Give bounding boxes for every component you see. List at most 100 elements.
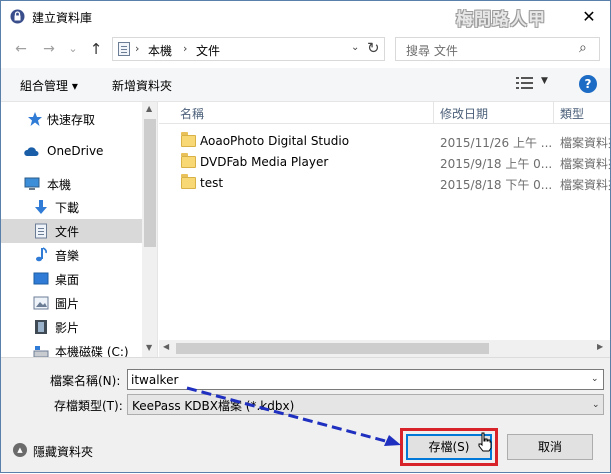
file-type: 檔案資料夾 [560,178,610,192]
sidebar-item-label: 本機磁碟 (C:) [55,345,129,357]
scrollbar-thumb[interactable] [176,343,489,354]
sidebar-item-pictures[interactable]: 圖片 [1,291,142,315]
table-row[interactable]: test 2015/8/18 下午 0... 檔案資料夾 [159,173,610,194]
computer-icon [24,177,40,190]
file-date: 2015/8/18 下午 0... [440,178,552,192]
chevron-right-icon: › [183,42,188,55]
filename-label: 檔案名稱(N): [50,374,121,388]
window-title: 建立資料庫 [32,11,93,25]
file-name: DVDFab Media Player [200,155,329,169]
scrollbar-thumb[interactable] [144,119,156,247]
up-arrow-icon[interactable]: ↑ [88,41,104,57]
sidebar-item-quick-access[interactable]: 快速存取 [1,107,142,131]
scroll-down-icon[interactable]: ▼ [146,343,152,352]
search-box[interactable]: 搜尋 文件 ⌕ [395,37,600,61]
chevron-down-icon[interactable]: ⌄ [591,374,599,384]
drive-icon [33,346,49,357]
organize-menu-button[interactable]: 組合管理 ▾ [20,77,78,94]
download-icon [35,200,47,214]
file-type: 檔案資料夾 [560,157,610,171]
forward-arrow-icon[interactable]: → [41,41,57,57]
view-options-icon[interactable] [516,76,533,90]
horizontal-scrollbar[interactable]: ◀ ▶ [159,340,610,357]
title-bar: 建立資料庫 梅問路人甲 ✕ [1,1,610,32]
navigation-bar: ← → ⌄ ↑ › 本機 › 文件 ⌄ ↻ 搜尋 文件 ⌕ [1,32,610,68]
sidebar-item-local-disk[interactable]: 本機磁碟 (C:) [1,339,142,357]
folder-icon [181,132,196,147]
sidebar-scrollbar[interactable]: ▲ ▼ [142,102,157,357]
command-toolbar: 組合管理 ▾ 新增資料夾 ▼ ? [1,68,610,102]
file-name: test [200,176,224,190]
filetype-value: KeePass KDBX檔案 (*.kdbx) [132,399,295,413]
sidebar-item-videos[interactable]: 影片 [1,315,142,339]
chevron-right-icon: › [135,42,140,55]
address-bar[interactable]: › 本機 › 文件 ⌄ ↻ [112,37,385,61]
new-folder-button[interactable]: 新增資料夾 [112,77,172,94]
refresh-icon[interactable]: ↻ [367,39,380,57]
search-placeholder: 搜尋 文件 [406,44,458,58]
column-header-row: ^ 名稱 修改日期 類型 [159,102,610,124]
sidebar-item-this-pc[interactable]: 本機 [1,172,142,196]
chevron-down-icon[interactable]: ⌄ [351,42,359,53]
sort-ascending-icon: ^ [300,102,308,107]
file-date: 2015/11/26 上午 ... [440,136,552,150]
sidebar-item-documents[interactable]: 文件 [1,219,142,243]
watermark-text: 梅問路人甲 [456,10,546,30]
breadcrumb-this-pc[interactable]: 本機 [148,42,172,59]
search-icon[interactable]: ⌕ [579,40,587,56]
scroll-left-icon[interactable]: ◀ [163,342,169,351]
sidebar-item-label: 影片 [55,321,80,335]
sidebar-item-onedrive[interactable]: OneDrive [1,140,142,164]
folder-icon [181,174,196,189]
keepass-lock-icon [10,9,25,24]
sidebar-item-label: 文件 [55,225,80,239]
pictures-icon [33,296,49,310]
help-icon[interactable]: ? [579,75,597,93]
desktop-icon [33,272,49,285]
collapse-up-icon: ▲ [13,443,27,457]
filetype-label: 存檔類型(T): [54,399,123,413]
column-header-name[interactable]: 名稱 [180,105,204,122]
close-button[interactable]: ✕ [578,7,600,27]
table-row[interactable]: DVDFab Media Player 2015/9/18 上午 0... 檔案… [159,152,610,173]
table-row[interactable]: AoaoPhoto Digital Studio 2015/11/26 上午 .… [159,131,610,152]
sidebar-item-label: 圖片 [55,297,80,311]
file-name: AoaoPhoto Digital Studio [200,134,350,148]
save-form: 檔案名稱(N): ⌄ 存檔類型(T): KeePass KDBX檔案 (*.kd… [1,357,610,472]
sidebar-item-label: OneDrive [47,144,104,158]
scroll-up-icon[interactable]: ▲ [146,104,152,113]
sidebar-item-label: 音樂 [55,249,80,263]
column-header-date[interactable]: 修改日期 [440,105,488,122]
sidebar-item-desktop[interactable]: 桌面 [1,267,142,291]
filetype-select[interactable]: KeePass KDBX檔案 (*.kdbx) ⌄ [127,394,604,415]
file-list: ^ 名稱 修改日期 類型 AoaoPhoto Digital Studio 20… [159,102,610,357]
cloud-icon [24,147,39,156]
documents-location-icon [118,42,130,56]
sidebar-item-downloads[interactable]: 下載 [1,195,142,219]
column-header-type[interactable]: 類型 [560,105,584,122]
file-date: 2015/9/18 上午 0... [440,157,552,171]
sidebar-item-label: 快速存取 [47,113,96,127]
file-type: 檔案資料夾 [560,136,610,150]
hand-cursor-icon [478,432,492,452]
column-divider[interactable] [433,102,434,124]
back-arrow-icon[interactable]: ← [13,41,29,57]
chevron-down-icon[interactable]: ⌄ [592,400,600,410]
recent-locations-icon[interactable]: ⌄ [65,41,81,57]
breadcrumb-documents[interactable]: 文件 [196,42,220,59]
save-dialog-window: 建立資料庫 梅問路人甲 ✕ ← → ⌄ ↑ › 本機 › 文件 ⌄ ↻ 搜尋 文… [0,0,611,473]
sidebar-item-label: 本機 [47,178,72,192]
column-divider[interactable] [553,102,554,124]
sidebar-item-music[interactable]: 音樂 [1,243,142,267]
view-dropdown-icon[interactable]: ▼ [541,76,548,86]
star-icon [28,112,42,126]
cancel-button[interactable]: 取消 [507,434,593,460]
document-icon [35,223,47,239]
scroll-right-icon[interactable]: ▶ [597,342,603,351]
filename-field[interactable] [127,369,604,390]
folder-icon [181,153,196,168]
navigation-pane: 快速存取 OneDrive 本機 下載 文件 音樂 桌面 圖片 影片 本機磁碟 … [1,102,158,357]
sidebar-item-label: 桌面 [55,273,80,287]
sidebar-item-label: 下載 [55,201,80,215]
hide-folders-label: 隱藏資料夾 [33,445,94,459]
